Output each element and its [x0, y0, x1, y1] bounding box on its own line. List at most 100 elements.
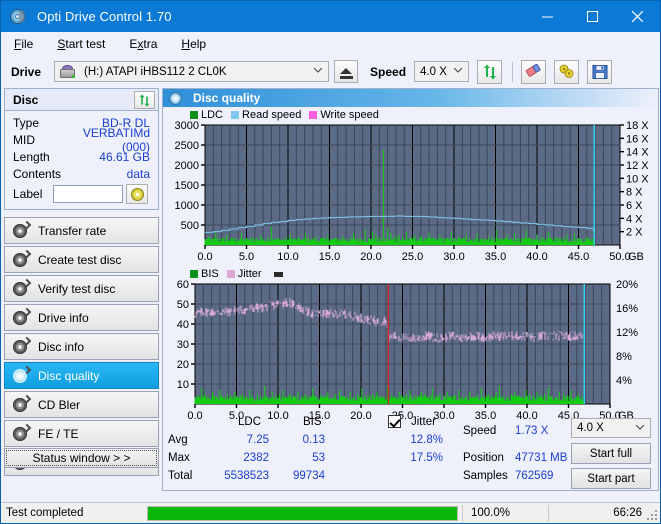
ldc-chart[interactable]: 500 1000 1500 2000 2500 3000 2 X4 X6 X8 X 10 X1…: [163, 121, 658, 267]
start-part-label: Start part: [587, 472, 635, 485]
stats-avg-ldc: 7.25: [246, 434, 269, 446]
chevron-down-icon: [314, 68, 323, 73]
chevron-down-icon: [454, 68, 463, 73]
tools-button[interactable]: [554, 59, 580, 84]
svg-text:16%: 16%: [616, 303, 638, 315]
sidebar-item-label: Transfer rate: [38, 223, 107, 238]
progress-bar: [147, 505, 458, 521]
window-title: Opti Drive Control 1.70: [37, 9, 172, 24]
progress-bar-fill: [148, 506, 457, 520]
svg-text:5.0: 5.0: [239, 251, 254, 263]
legend-label: BIS: [201, 268, 219, 280]
status-message: Test completed: [6, 507, 84, 519]
sidebar-item-transfer-rate[interactable]: Transfer rate: [4, 217, 159, 244]
bis-jitter-chart[interactable]: 10 20 30 40 50 60 4% 8% 12% 16% 20% 0.0 5.0 10.0 15.0 2…: [163, 280, 658, 426]
stats-max-jitter: 17.5%: [410, 452, 443, 464]
start-part-button[interactable]: Start part: [571, 468, 651, 489]
svg-text:14 X: 14 X: [626, 147, 649, 159]
disc-tool-icon: [13, 220, 32, 239]
svg-text:8%: 8%: [616, 351, 632, 363]
test-speed-select[interactable]: 4.0 X: [571, 418, 651, 438]
status-bar: Test completed 100.0% 66:26: [1, 502, 660, 523]
status-window-button[interactable]: Status window > >: [4, 448, 159, 468]
legend-item-write-speed: Write speed: [309, 109, 379, 121]
stats-col-bis: BIS: [303, 416, 322, 428]
refresh-icon: [139, 93, 150, 107]
sidebar-item-drive-info[interactable]: Drive info: [4, 304, 159, 331]
disc-info-box: Disc Type BD-R DL MID VERBATIMd (000) Le…: [4, 88, 159, 210]
app-window: Opti Drive Control 1.70 FFileile Start t…: [0, 0, 661, 524]
app-disc-icon: [10, 9, 27, 24]
disc-refresh-button[interactable]: [134, 91, 155, 109]
disc-field-key: Contents: [13, 166, 62, 181]
sidebar-item-cd-bler[interactable]: CD Bler: [4, 391, 159, 418]
panel-header: Disc quality: [163, 89, 658, 107]
resize-grip-icon[interactable]: [647, 510, 657, 520]
refresh-button[interactable]: [477, 59, 503, 84]
legend-swatch: [309, 111, 318, 119]
svg-text:20%: 20%: [616, 280, 638, 291]
sidebar-item-label: Drive info: [38, 310, 89, 325]
eraser-icon: [525, 64, 541, 77]
erase-button[interactable]: [521, 59, 547, 84]
svg-text:40: 40: [177, 319, 189, 331]
svg-text:12%: 12%: [616, 327, 638, 339]
menu-extra[interactable]: Extra: [126, 35, 160, 53]
close-icon[interactable]: [615, 1, 660, 32]
menu-help[interactable]: Help: [178, 35, 209, 53]
nav-list: Transfer rate Create test disc Verify te…: [4, 217, 159, 476]
start-full-button[interactable]: Start full: [571, 443, 651, 464]
svg-text:30.0: 30.0: [443, 251, 464, 263]
menu-file[interactable]: FFileile: [11, 35, 36, 53]
disc-label-button[interactable]: [126, 184, 148, 204]
stats-col-ldc: LDC: [238, 416, 262, 428]
stats-row-total: Total: [168, 470, 193, 482]
disc-field-key: Length: [13, 149, 50, 164]
stats-position-value: 47731 MB: [515, 452, 568, 464]
sidebar-item-label: FE / TE: [38, 426, 79, 441]
svg-text:15.0: 15.0: [319, 251, 340, 263]
eject-button[interactable]: [334, 60, 359, 83]
svg-text:2000: 2000: [175, 160, 199, 172]
statistics-panel: LDC BIS Jitter Avg Max Total 7.25 2382 5…: [163, 414, 658, 490]
window-controls: [525, 1, 660, 32]
disc-header-label: Disc: [13, 92, 39, 107]
svg-text:8 X: 8 X: [626, 187, 643, 199]
stats-col-jitter: Jitter: [411, 416, 436, 428]
sidebar: Disc Type BD-R DL MID VERBATIMd (000) Le…: [4, 88, 159, 491]
maximize-icon[interactable]: [570, 1, 615, 32]
sidebar-item-disc-quality[interactable]: Disc quality: [4, 362, 159, 389]
sidebar-item-label: Disc info: [38, 339, 85, 354]
disc-tool-icon: [13, 307, 32, 326]
stats-speed-value: 1.73 X: [515, 425, 549, 437]
svg-text:25.0: 25.0: [402, 251, 423, 263]
speed-select[interactable]: 4.0 X: [414, 61, 470, 82]
stats-max-ldc: 2382: [243, 452, 269, 464]
legend-swatch: [190, 111, 198, 119]
sidebar-item-verify-test-disc[interactable]: Verify test disc: [4, 275, 159, 302]
drive-select[interactable]: (H:) ATAPI iHBS112 2 CL0K: [54, 61, 330, 82]
chevron-down-icon: [636, 425, 644, 430]
test-speed-value: 4.0 X: [577, 422, 604, 434]
sidebar-item-fe-te[interactable]: FE / TE: [4, 420, 159, 447]
minimize-icon[interactable]: [525, 1, 570, 32]
legend-label: LDC: [201, 109, 224, 121]
legend-item-read-speed: Read speed: [231, 109, 301, 121]
svg-text:20.0: 20.0: [360, 251, 381, 263]
disc-label-input[interactable]: [53, 185, 123, 203]
sidebar-item-create-test-disc[interactable]: Create test disc: [4, 246, 159, 273]
save-button[interactable]: [587, 59, 613, 84]
speed-select-value: 4.0 X: [420, 65, 447, 78]
jitter-checkbox[interactable]: [388, 415, 401, 428]
menu-start-test[interactable]: Start test: [54, 35, 108, 53]
chart1-legend: LDC Read speed Write speed: [163, 109, 658, 121]
svg-text:2 X: 2 X: [626, 227, 643, 239]
legend-label: Write speed: [320, 109, 379, 121]
drive-select-value: (H:) ATAPI iHBS112 2 CL0K: [84, 65, 227, 78]
svg-text:GB: GB: [628, 251, 644, 263]
eject-icon: [340, 68, 353, 74]
legend-label: Jitter: [237, 268, 262, 280]
svg-text:20: 20: [177, 359, 189, 371]
sidebar-item-disc-info[interactable]: Disc info: [4, 333, 159, 360]
stats-max-bis: 53: [312, 452, 325, 464]
